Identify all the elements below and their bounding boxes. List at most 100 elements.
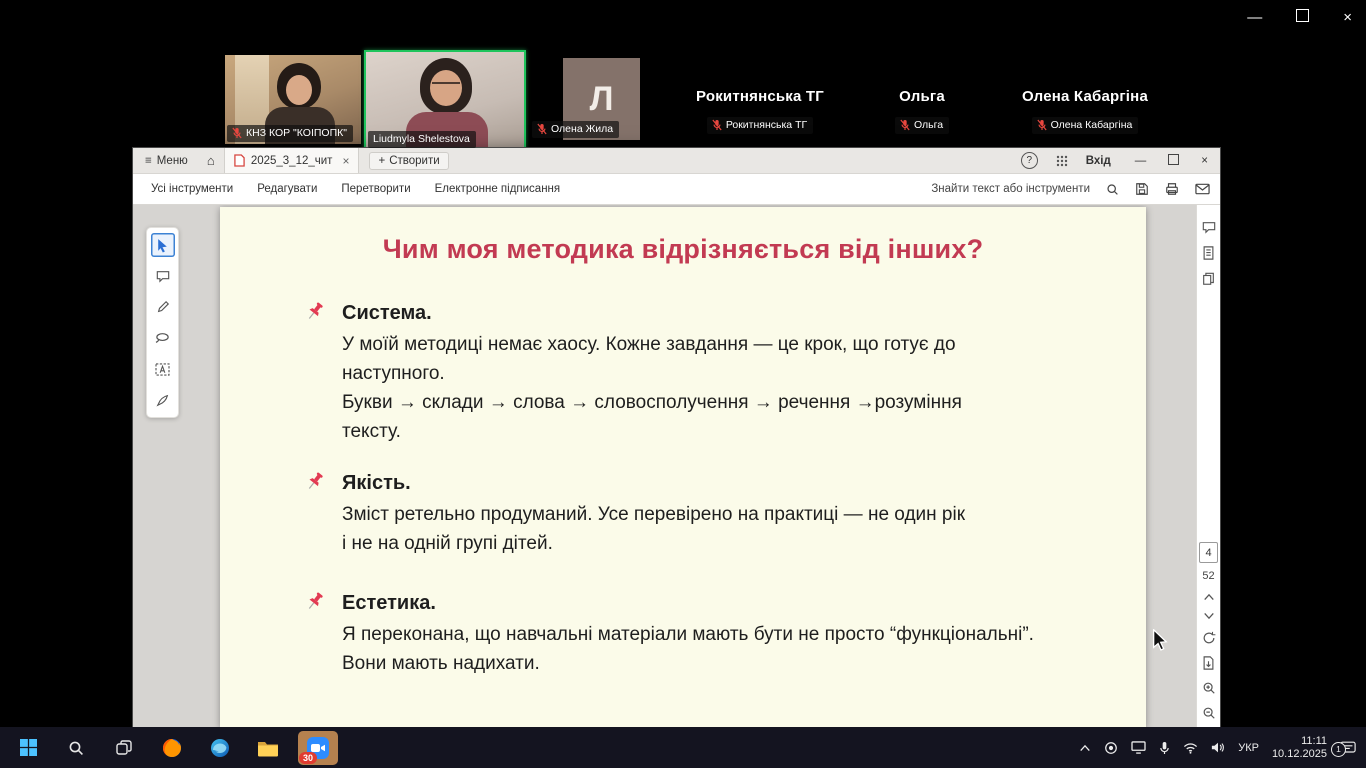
cursor-icon — [158, 238, 167, 252]
start-button[interactable] — [10, 731, 46, 765]
create-label: Створити — [389, 154, 440, 167]
lasso-icon — [155, 333, 169, 343]
next-page-icon[interactable] — [1203, 612, 1215, 620]
mail-icon[interactable] — [1195, 183, 1210, 195]
folder-icon — [258, 741, 278, 756]
participant-name-chip: Ольга — [894, 117, 950, 134]
os-close-button[interactable]: × — [1343, 8, 1352, 28]
time-label: 11:11 — [1301, 734, 1327, 747]
slide-title: Чим моя методика відрізняється від інших… — [382, 234, 984, 264]
fill-sign-tool[interactable] — [151, 388, 175, 412]
language-indicator[interactable]: УКР — [1238, 742, 1259, 754]
acrobat-toolbar: Усі інструменти Редагувати Перетворити Е… — [133, 174, 1220, 205]
zoom-badge: 30 — [299, 751, 318, 764]
pushpin-icon — [308, 592, 323, 609]
window-restore-button[interactable] — [1168, 153, 1180, 168]
volume-icon[interactable] — [1211, 741, 1225, 754]
zoom-out-icon[interactable] — [1202, 706, 1216, 720]
create-button[interactable]: + Створити — [369, 151, 449, 170]
zoom-audio-participant[interactable]: Олена Кабаргіна Олена Кабаргіна — [985, 88, 1185, 136]
participant-name: КНЗ КОР "КОІПОПК" — [246, 127, 347, 139]
select-tool[interactable] — [150, 233, 175, 257]
comment-tool[interactable] — [151, 264, 175, 288]
window-minimize-button[interactable]: — — [1135, 155, 1147, 167]
participant-display-name: Олена Кабаргіна — [1022, 88, 1148, 105]
screen-share-icon[interactable] — [1131, 741, 1146, 754]
task-view-button[interactable] — [106, 731, 142, 765]
search-icon — [69, 741, 83, 755]
quick-tools-palette — [146, 227, 179, 418]
document-icon — [234, 154, 245, 167]
zoom-audio-participant[interactable]: Рокитнянська ТГ Рокитнянська ТГ — [660, 88, 860, 136]
zoom-video-tile-active-speaker[interactable]: Liudmyla Shelestova — [364, 50, 526, 152]
section-body: Я переконана, що навчальні матеріали маю… — [342, 624, 1034, 674]
window-close-button[interactable]: × — [1201, 155, 1208, 167]
toolbar-right: Знайти текст або інструменти — [931, 182, 1220, 196]
menu-button[interactable]: ≡ Меню — [133, 148, 198, 173]
participant-name-chip: Олена Кабаргіна — [1031, 117, 1139, 134]
mic-muted-icon — [900, 119, 910, 131]
comments-panel-icon[interactable] — [1202, 221, 1216, 234]
section-heading: Якість. — [342, 472, 411, 494]
microphone-icon[interactable] — [1159, 741, 1170, 755]
signature-nib-icon — [155, 394, 168, 407]
participant-name-chip: Liudmyla Shelestova — [368, 131, 476, 148]
edge-button[interactable] — [202, 731, 238, 765]
network-icon[interactable] — [1183, 742, 1198, 754]
home-icon: ⌂ — [206, 153, 215, 168]
tab-close-button[interactable]: × — [338, 154, 349, 168]
clock[interactable]: 11:11 10.12.2025 — [1272, 735, 1327, 761]
find-tools-button[interactable]: Знайти текст або інструменти — [931, 183, 1090, 195]
document-tab[interactable]: 2025_3_12_чит × — [223, 148, 360, 173]
os-maximize-button[interactable] — [1296, 8, 1310, 28]
pushpin-icon — [308, 472, 323, 489]
search-icon[interactable] — [1106, 183, 1119, 196]
edit-menu[interactable]: Редагувати — [257, 183, 317, 195]
notification-count-badge: 1 — [1331, 741, 1346, 757]
export-page-icon[interactable] — [1202, 656, 1215, 670]
zoom-avatar-tile[interactable]: Л Олена Жила — [532, 58, 640, 140]
highlight-tool[interactable] — [151, 295, 175, 319]
firefox-button[interactable] — [154, 731, 190, 765]
save-icon[interactable] — [1135, 182, 1149, 196]
participant-name-chip: КНЗ КОР "КОІПОПК" — [227, 125, 353, 142]
zoom-video-tile[interactable]: КНЗ КОР "КОІПОПК" — [225, 55, 361, 144]
os-window-controls: — × — [1247, 8, 1352, 28]
participant-name-chip: Олена Жила — [532, 121, 620, 138]
mic-muted-icon — [712, 119, 722, 131]
hidden-icons-chevron[interactable] — [1079, 744, 1091, 752]
all-tools-menu[interactable]: Усі інструменти — [151, 183, 233, 195]
record-icon[interactable] — [1104, 741, 1118, 755]
avatar-letter: Л — [589, 79, 614, 118]
pages-panel-icon[interactable] — [1202, 272, 1215, 286]
notification-center-button[interactable]: 1 — [1331, 741, 1356, 757]
apps-grid-icon[interactable] — [1056, 155, 1068, 167]
rail-bottom: 4 52 — [1199, 542, 1218, 728]
zoom-audio-participant[interactable]: Ольга Ольга — [842, 88, 1002, 136]
taskbar-search-button[interactable] — [58, 731, 94, 765]
help-icon: ? — [1026, 155, 1033, 166]
participant-silhouette — [432, 82, 460, 91]
zoom-app-button[interactable]: 30 — [298, 730, 338, 765]
text-box-tool[interactable] — [151, 357, 175, 381]
signin-button[interactable]: Вхід — [1086, 155, 1111, 167]
hamburger-icon: ≡ — [145, 154, 152, 167]
help-button[interactable]: ? — [1020, 152, 1038, 169]
refresh-icon[interactable] — [1202, 631, 1216, 645]
home-button[interactable]: ⌂ — [198, 153, 224, 168]
current-page-input[interactable]: 4 — [1199, 542, 1218, 563]
convert-menu[interactable]: Перетворити — [341, 183, 410, 195]
previous-page-icon[interactable] — [1203, 593, 1215, 601]
bookmarks-panel-icon[interactable] — [1202, 246, 1215, 260]
zoom-in-icon[interactable] — [1202, 681, 1216, 695]
os-minimize-button[interactable]: — — [1247, 8, 1262, 28]
acrobat-window: ≡ Меню ⌂ 2025_3_12_чит × + Створити ? Вх… — [133, 148, 1220, 728]
comment-icon — [156, 270, 169, 283]
esign-menu[interactable]: Електронне підписання — [435, 183, 561, 195]
file-explorer-button[interactable] — [250, 731, 286, 765]
participant-name-chip: Рокитнянська ТГ — [706, 117, 814, 134]
print-icon[interactable] — [1165, 182, 1179, 196]
windows-logo-icon — [19, 739, 37, 756]
lasso-tool[interactable] — [151, 326, 175, 350]
pdf-page[interactable]: Чим моя методика відрізняється від інших… — [220, 207, 1146, 728]
